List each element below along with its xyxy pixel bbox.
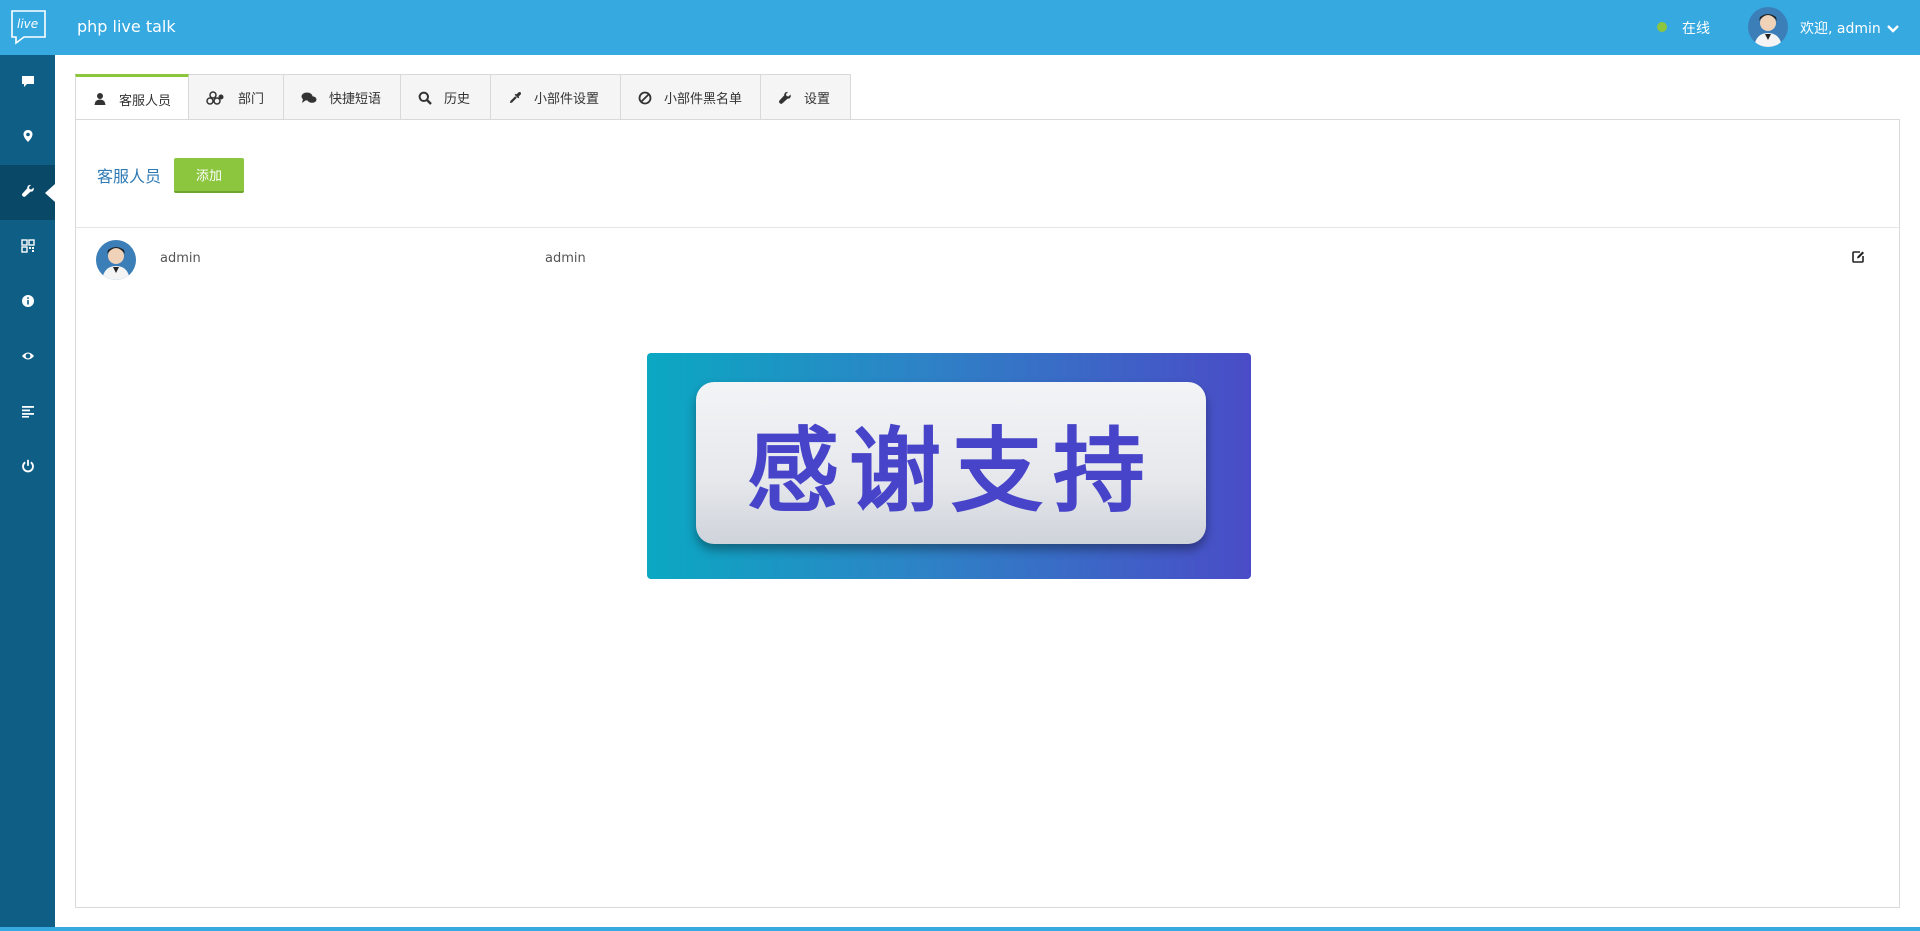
tab-label: 小部件设置 — [534, 92, 600, 107]
section-title: 客服人员 — [97, 167, 162, 186]
online-status-text[interactable]: 在线 — [1682, 18, 1710, 38]
user-avatar[interactable] — [1748, 7, 1788, 47]
tab-history[interactable]: 历史 — [401, 74, 491, 120]
thanks-banner: 感谢支持 — [647, 353, 1251, 579]
ban-icon — [638, 91, 652, 105]
comments-icon — [301, 91, 317, 105]
tab-label: 小部件黑名单 — [664, 92, 743, 107]
sidebar-item-chat[interactable] — [0, 55, 55, 110]
tab-widget-blacklist[interactable]: 小部件黑名单 — [621, 74, 761, 120]
sidebar-item-visitors[interactable] — [0, 330, 55, 385]
sidebar-item-logout[interactable] — [0, 440, 55, 495]
info-icon — [21, 293, 35, 312]
eyedropper-icon — [508, 91, 522, 105]
tab-quick-replies[interactable]: 快捷短语 — [284, 74, 401, 120]
welcome-menu[interactable]: 欢迎, admin — [1800, 18, 1881, 38]
sidebar-item-location[interactable] — [0, 110, 55, 165]
wrench-icon — [778, 91, 792, 105]
agent-account: admin — [545, 251, 586, 266]
wrench-icon — [21, 183, 35, 202]
tab-label: 历史 — [444, 92, 471, 107]
search-icon — [418, 91, 432, 105]
settings-tabs: 客服人员 部门 快捷短语 历史 小部件设置 小部件黑名单 设置 — [75, 74, 851, 121]
user-icon — [93, 92, 107, 106]
sidebar — [0, 55, 55, 931]
tab-agents[interactable]: 客服人员 — [75, 74, 189, 121]
tab-label: 快捷短语 — [329, 92, 382, 107]
active-indicator — [45, 183, 55, 202]
sidebar-item-info[interactable] — [0, 275, 55, 330]
list-icon — [21, 403, 35, 422]
tab-label: 客服人员 — [119, 93, 172, 109]
online-status-dot — [1657, 22, 1667, 32]
bottom-accent-line — [0, 927, 1920, 931]
sidebar-item-reports[interactable] — [0, 385, 55, 440]
divider — [76, 227, 1899, 228]
live-logo[interactable]: live — [10, 9, 47, 45]
add-agent-button[interactable]: 添加 — [174, 158, 244, 193]
agent-avatar — [96, 240, 136, 280]
tab-settings[interactable]: 设置 — [761, 74, 851, 120]
tab-widget-settings[interactable]: 小部件设置 — [491, 74, 621, 120]
chat-icon — [21, 73, 35, 92]
edit-icon[interactable] — [1851, 249, 1865, 263]
logo-text: live — [17, 17, 38, 31]
agents-panel: 客服人员 添加 admin admin 感谢支持 — [75, 119, 1900, 908]
agent-name: admin — [160, 251, 201, 266]
banner-plate: 感谢支持 — [696, 382, 1206, 544]
tab-label: 部门 — [238, 92, 265, 107]
qrcode-icon — [20, 238, 35, 257]
banner-text: 感谢支持 — [746, 417, 1155, 525]
location-icon — [21, 128, 35, 147]
app-title: php live talk — [77, 17, 176, 36]
groups-icon — [206, 90, 226, 105]
sidebar-item-settings[interactable] — [0, 165, 55, 220]
eye-icon — [21, 348, 35, 367]
sidebar-item-qrcode[interactable] — [0, 220, 55, 275]
chevron-down-icon[interactable] — [1886, 21, 1900, 35]
power-icon — [21, 458, 35, 477]
tab-departments[interactable]: 部门 — [189, 74, 284, 120]
top-bar: live php live talk 在线 欢迎, admin — [0, 0, 1920, 55]
tab-label: 设置 — [804, 92, 831, 107]
